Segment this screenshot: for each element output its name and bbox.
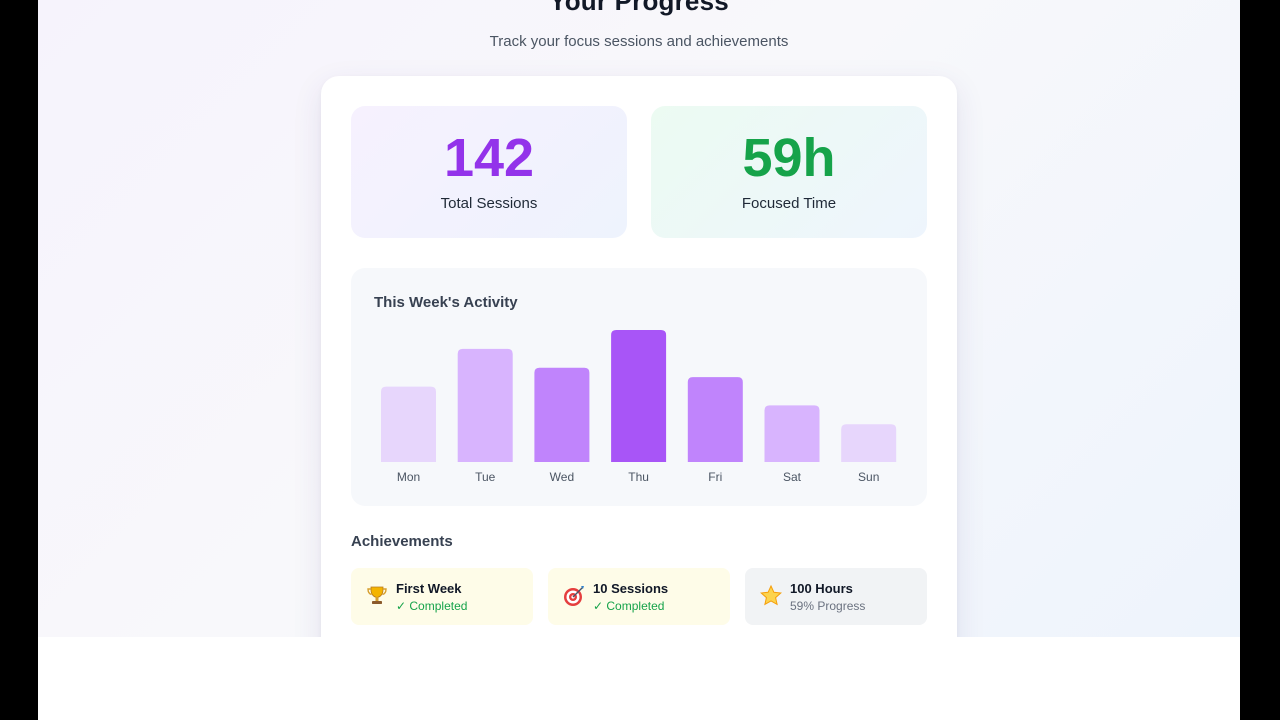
- activity-day-label: Fri: [708, 470, 722, 484]
- page-title: Your Progress: [549, 0, 729, 16]
- achievement-name: 10 Sessions: [593, 581, 669, 596]
- activity-day-label: Thu: [628, 470, 649, 484]
- weekly-activity-panel: This Week's Activity Mon Tue Wed Thu Fri Sat S…: [351, 268, 927, 506]
- achievement-first-week[interactable]: First Week ✓ Completed: [351, 568, 533, 625]
- activity-bar-wed: [534, 367, 590, 462]
- activity-bar-sun: [841, 424, 897, 462]
- total-sessions-label: Total Sessions: [440, 195, 538, 212]
- total-sessions-stat: 142 Total Sessions: [351, 106, 627, 238]
- achievement-name: 100 Hours: [790, 581, 853, 596]
- focused-time-label: Focused Time: [741, 195, 837, 212]
- achievements-title: Achievements: [351, 533, 453, 550]
- achievement-10-sessions[interactable]: 10 Sessions ✓ Completed: [548, 568, 730, 625]
- page-background: Your Progress Track your focus sessions …: [38, 0, 1240, 637]
- achievement-status: 59% Progress: [790, 599, 866, 613]
- activity-bar-tue: [457, 348, 513, 462]
- progress-card: 142 Total Sessions 59h Focused Time This…: [321, 76, 957, 637]
- activity-day-label: Tue: [475, 470, 496, 484]
- activity-bar-thu: [611, 330, 667, 462]
- total-sessions-value: 142: [443, 128, 535, 188]
- activity-day-label: Mon: [397, 470, 420, 484]
- activity-bar-fri: [687, 377, 743, 462]
- activity-day-label: Sun: [858, 470, 879, 484]
- trophy-icon: [367, 586, 387, 604]
- achievement-status: ✓ Completed: [593, 599, 665, 613]
- target-icon: [564, 586, 584, 606]
- activity-bar-sat: [764, 405, 820, 462]
- focused-time-stat: 59h Focused Time: [651, 106, 927, 238]
- star-icon: [760, 584, 782, 606]
- achievement-100-hours[interactable]: 100 Hours 59% Progress: [745, 568, 927, 625]
- activity-day-label: Wed: [550, 470, 574, 484]
- weekly-activity-chart: Mon Tue Wed Thu Fri Sat Sun: [381, 330, 897, 484]
- achievement-name: First Week: [396, 581, 462, 596]
- app-viewport: Your Progress Track your focus sessions …: [38, 0, 1240, 720]
- focused-time-value: 59h: [742, 128, 836, 188]
- activity-bar-mon: [381, 386, 436, 462]
- page-subtitle: Track your focus sessions and achievemen…: [489, 33, 789, 50]
- activity-day-label: Sat: [783, 470, 802, 484]
- achievement-status: ✓ Completed: [396, 599, 468, 613]
